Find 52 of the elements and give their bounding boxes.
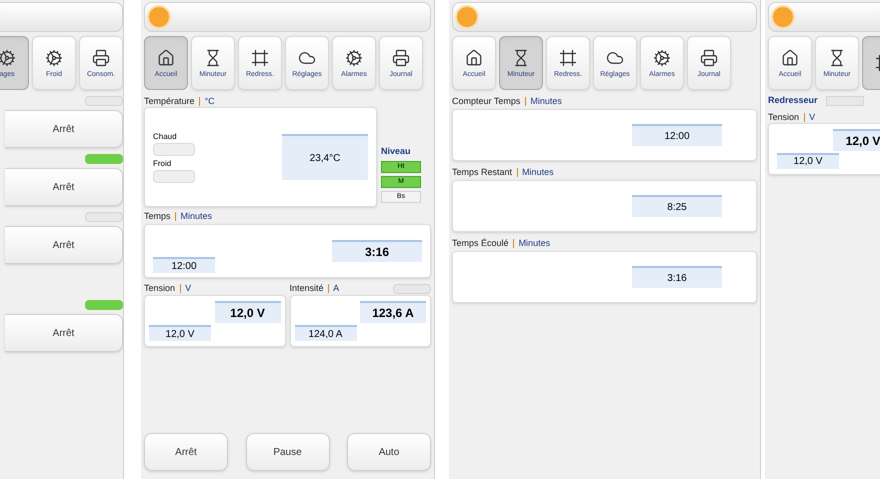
gear-icon: [345, 48, 363, 66]
section-title: Tension V: [768, 112, 816, 122]
section-title: Tension V: [144, 283, 192, 294]
action-button[interactable]: Arrêt: [5, 110, 123, 148]
hourglass-icon: [828, 48, 846, 66]
field-label: Redresseur: [768, 94, 818, 107]
gear-icon: [0, 48, 16, 66]
house-icon: [465, 48, 483, 66]
value-display: 12:00: [153, 257, 215, 273]
gear-icon: [653, 48, 671, 66]
mode-label: Chaud: [153, 131, 178, 143]
value-display: 3:16: [632, 266, 722, 288]
status-light-icon: [457, 7, 477, 27]
frame-icon: [559, 48, 577, 66]
action-button[interactable]: Auto: [347, 433, 431, 471]
action-button[interactable]: Arrêt: [5, 314, 123, 352]
value-display: 12,0 V: [149, 325, 211, 341]
section-title: Intensité A: [290, 283, 340, 294]
section-title: Température °C: [144, 96, 216, 107]
action-button[interactable]: Arrêt: [5, 168, 123, 206]
section-title: Temps Écoulé Minutes: [452, 238, 552, 249]
action-button[interactable]: Arrêt: [144, 433, 228, 471]
hourglass-icon: [204, 48, 222, 66]
mode-button[interactable]: [153, 143, 195, 156]
gear-icon: [45, 48, 63, 66]
action-button[interactable]: Pause: [246, 433, 330, 471]
printer-icon: [700, 48, 718, 66]
value-display: 12,0 V: [214, 301, 280, 323]
section-title: Temps Minutes: [144, 211, 214, 222]
printer-icon: [392, 48, 410, 66]
printer-icon: [92, 48, 110, 66]
section-title: Temps Restant Minutes: [452, 167, 555, 178]
mode-label: Froid: [153, 158, 172, 170]
value-display: 124,0 A: [294, 325, 356, 341]
status-light-icon: [149, 7, 169, 27]
status-light-icon: [773, 7, 793, 27]
action-button[interactable]: Arrêt: [5, 226, 123, 264]
mode-button[interactable]: [153, 170, 195, 183]
status-field: [826, 96, 864, 106]
hourglass-icon: [512, 48, 530, 66]
value-display: 23,4°C: [282, 134, 368, 180]
value-display: 8:25: [632, 195, 722, 217]
frame-icon: [251, 48, 269, 66]
house-icon: [157, 48, 175, 66]
value-display: 12,0 V: [833, 128, 880, 150]
value-display: 12:00: [632, 124, 722, 146]
value-display: 12,0 V: [777, 152, 839, 168]
value-display: 123,6 A: [360, 301, 426, 323]
level-label: Niveau: [381, 144, 412, 158]
value-display: 3:16: [332, 240, 422, 262]
house-icon: [781, 48, 799, 66]
section-title: Compteur Temps Minutes: [452, 96, 563, 107]
